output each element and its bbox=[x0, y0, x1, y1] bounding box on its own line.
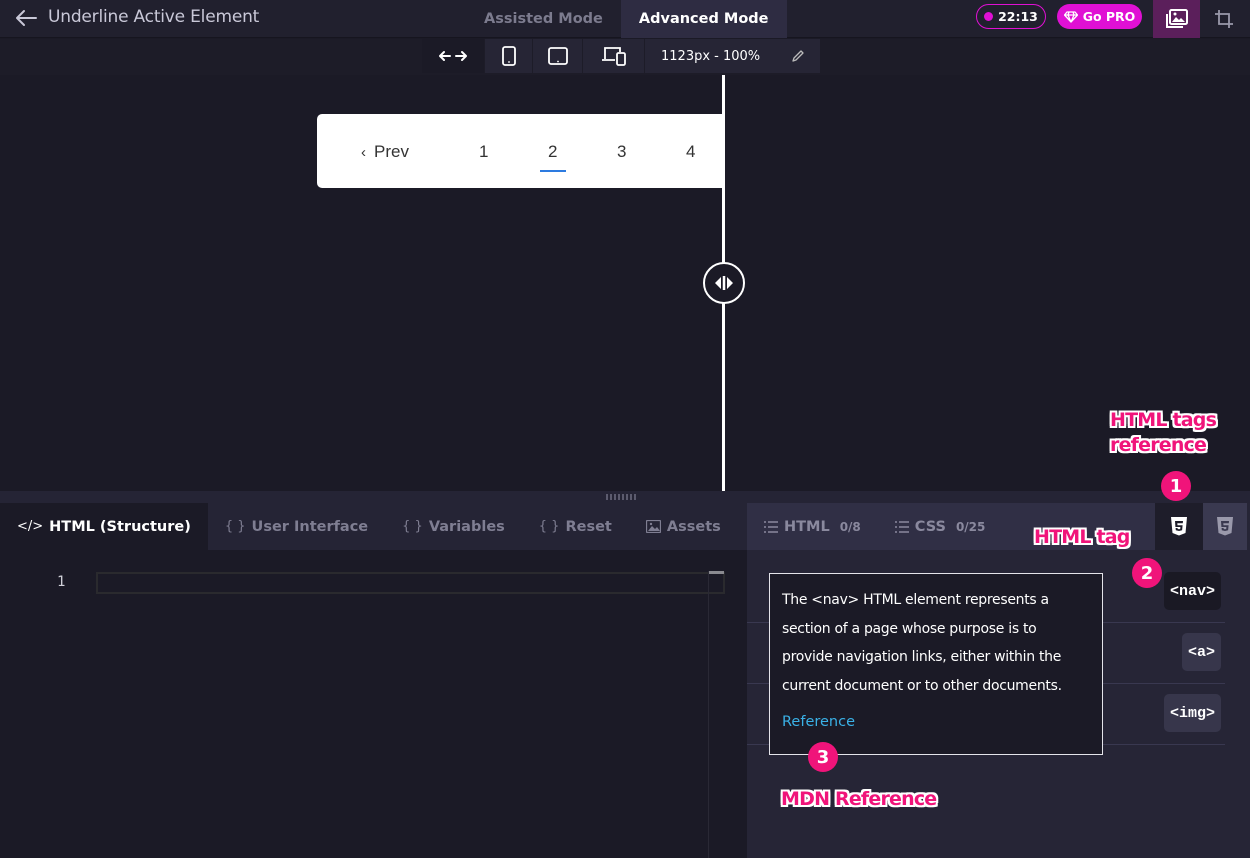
tab-css-tasks[interactable]: CSS 0/25 bbox=[878, 503, 1003, 550]
code-icon: </> bbox=[17, 519, 44, 534]
tag-chip-a[interactable]: <a> bbox=[1181, 633, 1221, 671]
crop-button[interactable] bbox=[1200, 0, 1247, 38]
pagination-page[interactable]: 3 bbox=[617, 142, 626, 162]
responsive-view-button[interactable] bbox=[583, 39, 645, 73]
tab-label: HTML bbox=[784, 518, 830, 535]
tag-description-tooltip: The <nav> HTML element represents a sect… bbox=[769, 573, 1103, 755]
tab-label: CSS bbox=[914, 518, 946, 535]
image-icon bbox=[645, 520, 661, 533]
annotation-badge-3: 3 bbox=[808, 742, 838, 772]
annotation-label-mdn-reference: MDN Reference bbox=[781, 788, 937, 810]
viewport-size-label: 1123px - 100% bbox=[661, 48, 761, 64]
tag-chip-img[interactable]: <img> bbox=[1163, 694, 1221, 732]
annotation-label-html-tag: HTML tag bbox=[1034, 526, 1130, 548]
images-icon bbox=[1165, 9, 1188, 28]
task-count: 0/8 bbox=[839, 519, 861, 534]
device-button-group: 1123px - 100% bbox=[422, 39, 820, 73]
phone-icon bbox=[501, 46, 516, 66]
html5-icon bbox=[1171, 517, 1187, 536]
annotation-badge-2: 2 bbox=[1132, 558, 1162, 588]
phone-view-button[interactable] bbox=[485, 39, 533, 73]
tab-variables[interactable]: { } Variables bbox=[385, 503, 522, 550]
mdn-reference-link[interactable]: Reference bbox=[782, 714, 855, 730]
drag-arrows-icon bbox=[715, 276, 733, 290]
editor-tabs: </> HTML (Structure) { } User Interface … bbox=[0, 503, 747, 550]
screenshot-compare-button[interactable] bbox=[1153, 0, 1200, 38]
list-icon bbox=[894, 520, 909, 533]
css3-icon bbox=[1217, 517, 1233, 536]
top-bar: Underline Active Element Assisted Mode A… bbox=[0, 0, 1250, 38]
braces-icon: { } bbox=[402, 519, 423, 534]
tab-user-interface[interactable]: { } User Interface bbox=[208, 503, 385, 550]
fit-width-button[interactable] bbox=[422, 39, 485, 73]
task-count: 0/25 bbox=[955, 519, 986, 534]
code-editor[interactable]: 1 bbox=[0, 550, 747, 858]
annotation-label-html-tags-reference: HTML tags reference bbox=[1110, 409, 1217, 456]
pagination-nav: ‹ Prev 1 2 3 4 bbox=[317, 114, 723, 188]
pagination-page[interactable]: 4 bbox=[686, 142, 695, 162]
editor-panel: </> HTML (Structure) { } User Interface … bbox=[0, 503, 747, 858]
list-icon bbox=[764, 520, 778, 533]
page-title: Underline Active Element bbox=[48, 7, 260, 27]
tab-label: Reset bbox=[565, 518, 612, 535]
braces-icon: { } bbox=[538, 519, 560, 534]
device-toolbar: 1123px - 100% bbox=[0, 39, 1250, 75]
tab-assets[interactable]: Assets bbox=[629, 503, 738, 550]
back-button[interactable] bbox=[12, 5, 40, 31]
tab-label: Variables bbox=[428, 518, 505, 535]
tag-chip-nav[interactable]: <nav> bbox=[1163, 572, 1221, 610]
arrow-left-icon bbox=[16, 10, 37, 26]
prev-label: Prev bbox=[374, 142, 409, 161]
pagination-page-active[interactable]: 2 bbox=[548, 142, 557, 162]
mode-switcher: Assisted Mode Advanced Mode bbox=[466, 0, 787, 38]
active-underline bbox=[540, 170, 566, 172]
diamond-icon bbox=[1063, 10, 1078, 23]
preview-canvas: ‹ Prev 1 2 3 4 bbox=[0, 75, 1250, 491]
tab-html-structure[interactable]: </> HTML (Structure) bbox=[0, 503, 208, 550]
editor-scrollbar-track[interactable] bbox=[708, 571, 709, 858]
annotation-badge-1: 1 bbox=[1161, 471, 1191, 501]
html-reference-button[interactable] bbox=[1155, 503, 1203, 550]
tab-reset[interactable]: { } Reset bbox=[522, 503, 629, 550]
tablet-icon bbox=[547, 47, 568, 65]
tooltip-text: The <nav> HTML element represents a sect… bbox=[782, 592, 1062, 694]
edit-size-button[interactable] bbox=[775, 39, 820, 73]
tab-label: User Interface bbox=[251, 518, 369, 535]
crop-icon bbox=[1214, 10, 1233, 28]
recording-dot-icon bbox=[984, 12, 994, 21]
tab-html-tasks[interactable]: HTML 0/8 bbox=[747, 503, 878, 550]
pagination-prev[interactable]: ‹ Prev bbox=[361, 142, 409, 162]
timer-badge: 22:13 bbox=[976, 4, 1046, 29]
responsive-devices-icon bbox=[601, 47, 626, 66]
pagination-page[interactable]: 1 bbox=[479, 142, 488, 162]
editor-scrollbar-thumb[interactable] bbox=[709, 571, 724, 574]
tab-advanced-mode[interactable]: Advanced Mode bbox=[620, 0, 787, 38]
pencil-icon bbox=[791, 50, 804, 62]
braces-icon: { } bbox=[224, 519, 246, 534]
go-pro-label: Go PRO bbox=[1082, 9, 1136, 24]
line-number: 1 bbox=[57, 574, 66, 590]
compare-slider-handle[interactable] bbox=[703, 262, 745, 304]
timer-value: 22:13 bbox=[998, 9, 1038, 24]
tab-assisted-mode[interactable]: Assisted Mode bbox=[466, 0, 621, 38]
panel-resizer[interactable] bbox=[0, 491, 1250, 503]
css-reference-button[interactable] bbox=[1203, 503, 1247, 550]
resize-grip-icon[interactable] bbox=[606, 494, 640, 500]
current-line-highlight bbox=[96, 572, 725, 594]
go-pro-button[interactable]: Go PRO bbox=[1057, 4, 1142, 29]
tab-label: HTML (Structure) bbox=[49, 518, 191, 535]
arrows-horizontal-icon bbox=[439, 51, 467, 61]
chevron-left-icon: ‹ bbox=[361, 144, 366, 161]
tab-label: Assets bbox=[666, 518, 721, 535]
tablet-view-button[interactable] bbox=[533, 39, 583, 73]
